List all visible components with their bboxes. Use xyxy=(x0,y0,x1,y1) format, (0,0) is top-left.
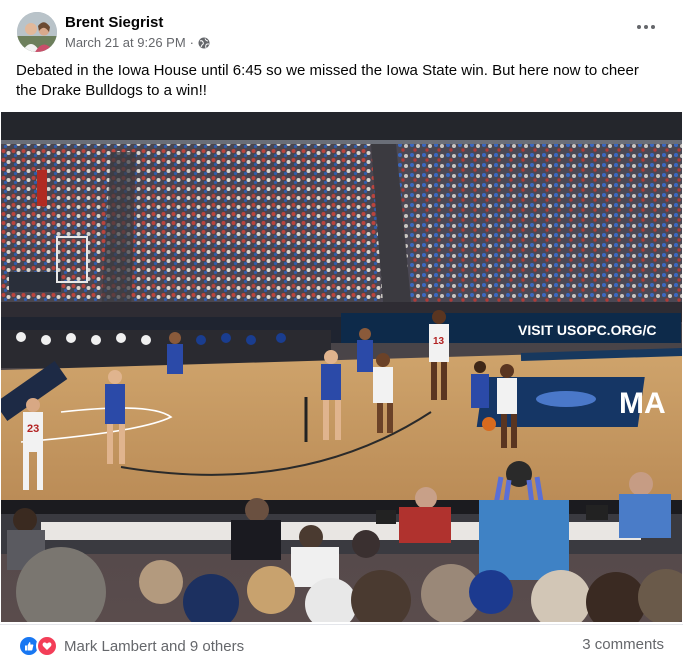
post-text-line-2: the Drake Bulldogs to a win!! xyxy=(16,82,207,99)
post-meta: March 21 at 9:26 PM · xyxy=(65,35,210,50)
post-text-line-1: Debated in the Iowa House until 6:45 so … xyxy=(16,62,639,79)
post-header: Brent Siegrist March 21 at 9:26 PM · xyxy=(0,0,683,58)
jersey-number-a: 23 xyxy=(27,423,39,435)
arena-banner-text: VISIT USOPC.ORG/C xyxy=(518,322,656,338)
reaction-summary[interactable]: Mark Lambert and 9 others xyxy=(18,635,244,657)
more-options-icon[interactable] xyxy=(635,18,657,36)
meta-separator: · xyxy=(189,35,195,50)
court-logo-text: MA xyxy=(619,387,666,420)
jersey-number-b: 13 xyxy=(433,336,445,347)
avatar-photo xyxy=(17,12,57,52)
globe-icon[interactable] xyxy=(198,37,210,49)
basketball-arena-photo: VISIT USOPC.ORG/C MA 23 13 xyxy=(1,112,682,622)
facebook-post: Brent Siegrist March 21 at 9:26 PM · Deb… xyxy=(0,0,683,667)
love-icon xyxy=(36,635,58,657)
reactions-text[interactable]: Mark Lambert and 9 others xyxy=(64,638,244,655)
post-photo[interactable]: VISIT USOPC.ORG/C MA 23 13 xyxy=(1,112,682,622)
author-name[interactable]: Brent Siegrist xyxy=(65,14,163,31)
post-text: Debated in the Iowa House until 6:45 so … xyxy=(16,61,666,101)
author-avatar[interactable] xyxy=(17,12,57,52)
comments-count[interactable]: 3 comments xyxy=(582,636,664,653)
post-timestamp[interactable]: March 21 at 9:26 PM xyxy=(65,35,186,50)
post-footer: Mark Lambert and 9 others 3 comments xyxy=(0,624,683,668)
